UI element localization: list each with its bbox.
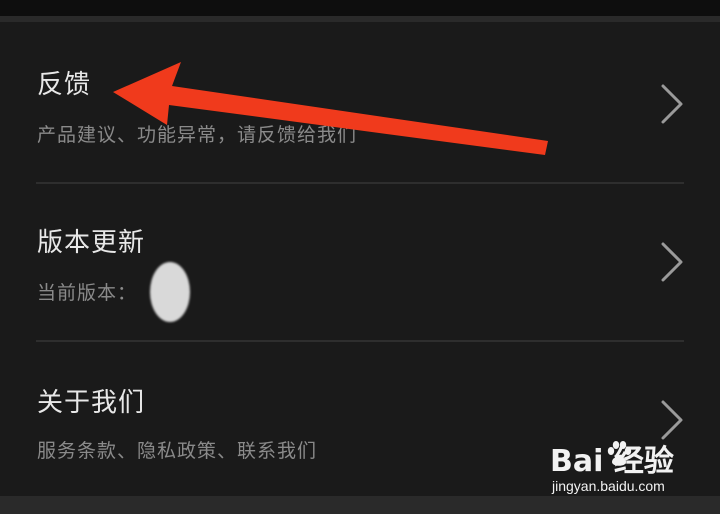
settings-screen: 反馈 产品建议、功能异常，请反馈给我们 版本更新 当前版本： 关于我们 服务条款… bbox=[0, 0, 720, 514]
paw-icon bbox=[607, 441, 632, 466]
baidu-jingyan-watermark: Bai 经验 jingyan.baidu.com bbox=[550, 436, 715, 498]
watermark-url: jingyan.baidu.com bbox=[552, 478, 665, 494]
